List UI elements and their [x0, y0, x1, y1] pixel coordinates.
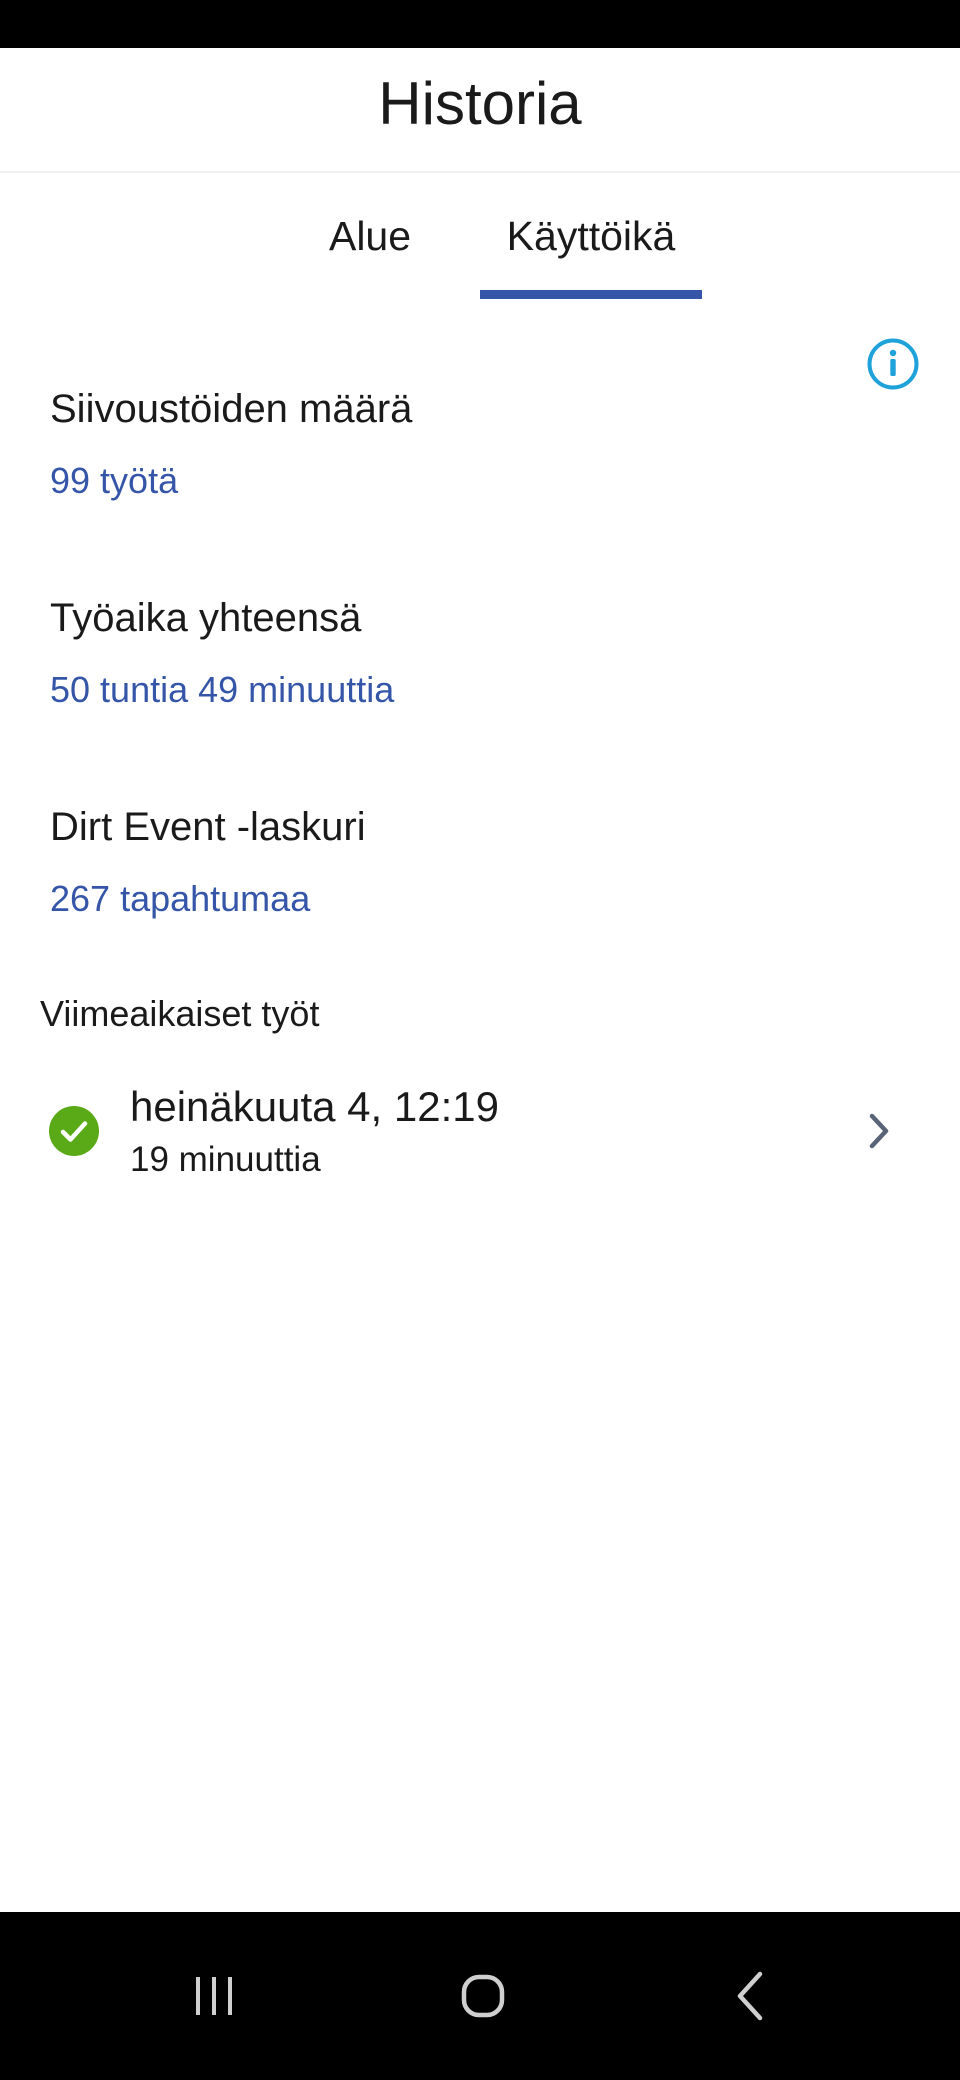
- check-circle-icon: [49, 1106, 99, 1156]
- stat-jobs: Siivoustöiden määrä 99 työtä: [50, 384, 910, 504]
- home-icon[interactable]: [443, 1956, 523, 2036]
- tab-area[interactable]: Alue: [300, 173, 440, 300]
- stat-jobs-label: Siivoustöiden määrä: [50, 387, 413, 431]
- chevron-right-icon: [869, 1113, 889, 1149]
- status-bar: [0, 0, 960, 48]
- tab-bar: Alue Käyttöikä: [0, 173, 960, 300]
- tab-lifetime[interactable]: Käyttöikä: [480, 173, 702, 300]
- recent-job-date: heinäkuuta 4, 12:19: [130, 1083, 499, 1130]
- stat-work-time-label: Työaika yhteensä: [50, 596, 362, 640]
- system-nav-bar: [0, 1912, 960, 2080]
- stat-dirt-events-label: Dirt Event -laskuri: [50, 805, 366, 849]
- page-title: Historia: [378, 70, 582, 137]
- recent-job-item[interactable]: heinäkuuta 4, 12:19 19 minuuttia: [0, 1075, 960, 1187]
- recent-job-duration: 19 minuuttia: [130, 1140, 321, 1179]
- stat-dirt-events-value: 267 tapahtumaa: [50, 878, 311, 919]
- recent-jobs-title: Viimeaikaiset työt: [40, 993, 320, 1034]
- info-icon[interactable]: [866, 337, 920, 391]
- app-header: Historia: [0, 48, 960, 173]
- stat-work-time-value: 50 tuntia 49 minuuttia: [50, 669, 395, 710]
- stat-work-time: Työaika yhteensä 50 tuntia 49 minuuttia: [50, 593, 910, 713]
- stat-jobs-value: 99 työtä: [50, 460, 179, 501]
- back-icon[interactable]: [712, 1956, 792, 2036]
- stat-dirt-events: Dirt Event -laskuri 267 tapahtumaa: [50, 802, 910, 922]
- tab-active-indicator: [480, 290, 702, 299]
- recents-icon[interactable]: [174, 1956, 254, 2036]
